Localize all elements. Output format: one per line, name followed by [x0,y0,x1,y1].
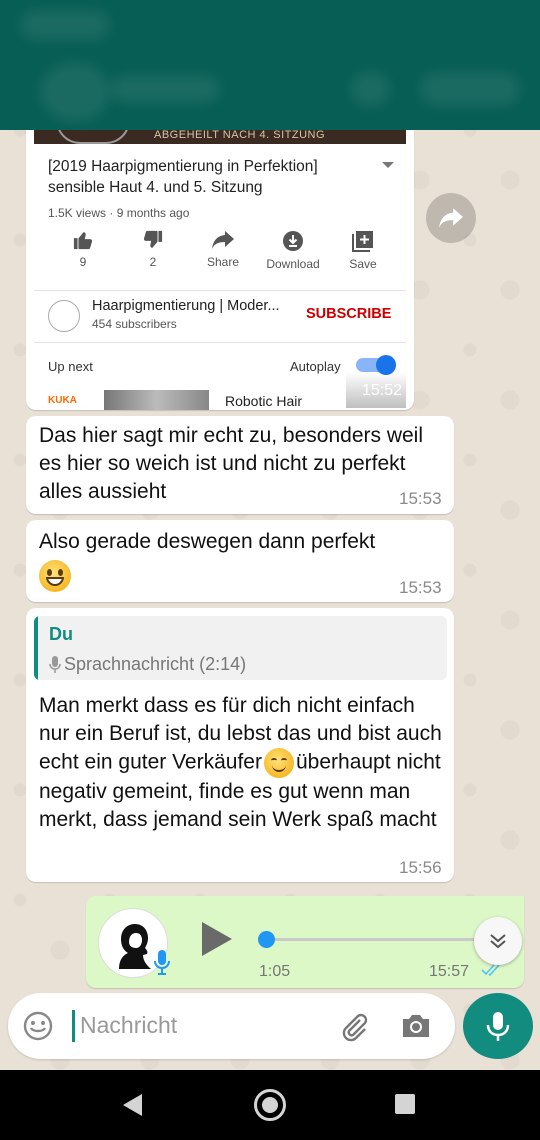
mic-icon [154,950,170,975]
video-actions: 9 2 Share Download Save [48,230,398,280]
channel-avatar[interactable] [48,300,80,332]
channel-name[interactable]: Haarpigmentierung | Moder... [92,298,280,314]
quote-author: Du [49,624,73,644]
message-text: Das hier sagt mir echt zu, besonders wei… [39,424,423,503]
mic-icon [486,1012,510,1041]
double-check-icon [481,964,500,977]
save-button[interactable]: Save [328,230,398,271]
paperclip-icon[interactable] [338,1010,370,1042]
text-cursor [72,1010,75,1042]
nav-recents-icon[interactable] [395,1094,415,1114]
save-playlist-icon [352,231,373,252]
grinning-face-emoji [39,560,71,592]
incoming-message[interactable]: Das hier sagt mir echt zu, besonders wei… [26,416,454,514]
system-navigation-bar [0,1070,540,1140]
voice-duration: 1:05 [259,963,291,980]
message-time: 15:57 [429,963,470,980]
message-time: 15:56 [399,858,442,877]
camera-icon[interactable] [400,1011,432,1041]
quote-accent-bar [34,616,38,680]
next-video-channel-logo: KUKA [48,395,77,406]
thumb-up-icon [73,231,93,250]
next-video-title[interactable]: Robotic Hair [225,393,302,409]
incoming-message[interactable]: Also gerade deswegen dann perfekt 15:53 [26,520,454,602]
share-button[interactable]: Share [188,230,258,269]
expand-description-icon[interactable] [382,162,394,168]
message-time: 15:52 [361,382,402,399]
forward-icon [439,208,463,228]
share-icon [212,231,234,249]
video-meta: 1.5K views · 9 months ago [48,206,190,220]
download-icon [283,231,303,251]
share-label: Share [206,255,240,269]
video-title[interactable]: [2019 Haarpigmentierung in Perfektion] s… [48,156,368,198]
channel-subscribers: 454 subscribers [92,317,177,331]
nav-home-icon[interactable] [254,1089,286,1121]
thumbnail-caption: ABGEHEILT NACH 4. SITZUNG [154,129,326,141]
nav-back-icon[interactable] [123,1094,142,1116]
message-input-bar: Nachricht [8,993,455,1059]
scroll-to-bottom-button[interactable] [474,917,522,965]
message-time-overlay: 15:52 [346,372,406,408]
save-label: Save [349,257,377,271]
subscribe-button[interactable]: SUBSCRIBE [306,306,391,322]
record-voice-button[interactable] [463,993,533,1059]
like-button[interactable]: 9 [48,230,118,269]
divider [34,342,406,343]
quote-text: Sprachnachricht (2:14) [64,654,247,674]
message-time: 15:53 [399,489,442,508]
autoplay-label: Autoplay [290,359,341,374]
message-text: Also gerade deswegen dann perfekt [39,530,376,553]
thumb-down-icon [143,230,163,249]
quoted-message[interactable]: Du Sprachnachricht (2:14) [34,616,447,680]
forward-button[interactable] [426,193,476,243]
message-text: Man merkt dass es für dich nicht einfach… [39,692,449,834]
youtube-preview-card[interactable]: ABGEHEILT NACH 4. SITZUNG [2019 Haarpigm… [26,120,414,410]
message-input[interactable]: Nachricht [80,1012,177,1039]
emoji-icon[interactable] [22,1010,54,1042]
smiling-face-emoji [263,748,294,778]
up-next-label: Up next [48,359,93,374]
download-button[interactable]: Download [258,230,328,271]
message-time: 15:53 [399,578,442,597]
mic-icon [49,656,61,673]
dislike-count: 2 [149,255,157,269]
like-count: 9 [79,255,87,269]
next-video-thumbnail[interactable] [104,390,209,410]
chat-header[interactable] [0,0,540,130]
outgoing-voice-message[interactable]: 1:05 15:57 [86,896,524,988]
double-chevron-down-icon [490,934,506,949]
play-icon[interactable] [202,922,232,956]
audio-progress-track[interactable] [264,938,488,941]
autoplay-toggle[interactable] [356,355,396,375]
divider [34,290,406,291]
download-label: Download [266,257,320,271]
audio-progress-handle[interactable] [258,931,275,948]
dislike-button[interactable]: 2 [118,230,188,269]
incoming-reply-message[interactable]: Du Sprachnachricht (2:14) Man merkt dass… [26,608,454,882]
